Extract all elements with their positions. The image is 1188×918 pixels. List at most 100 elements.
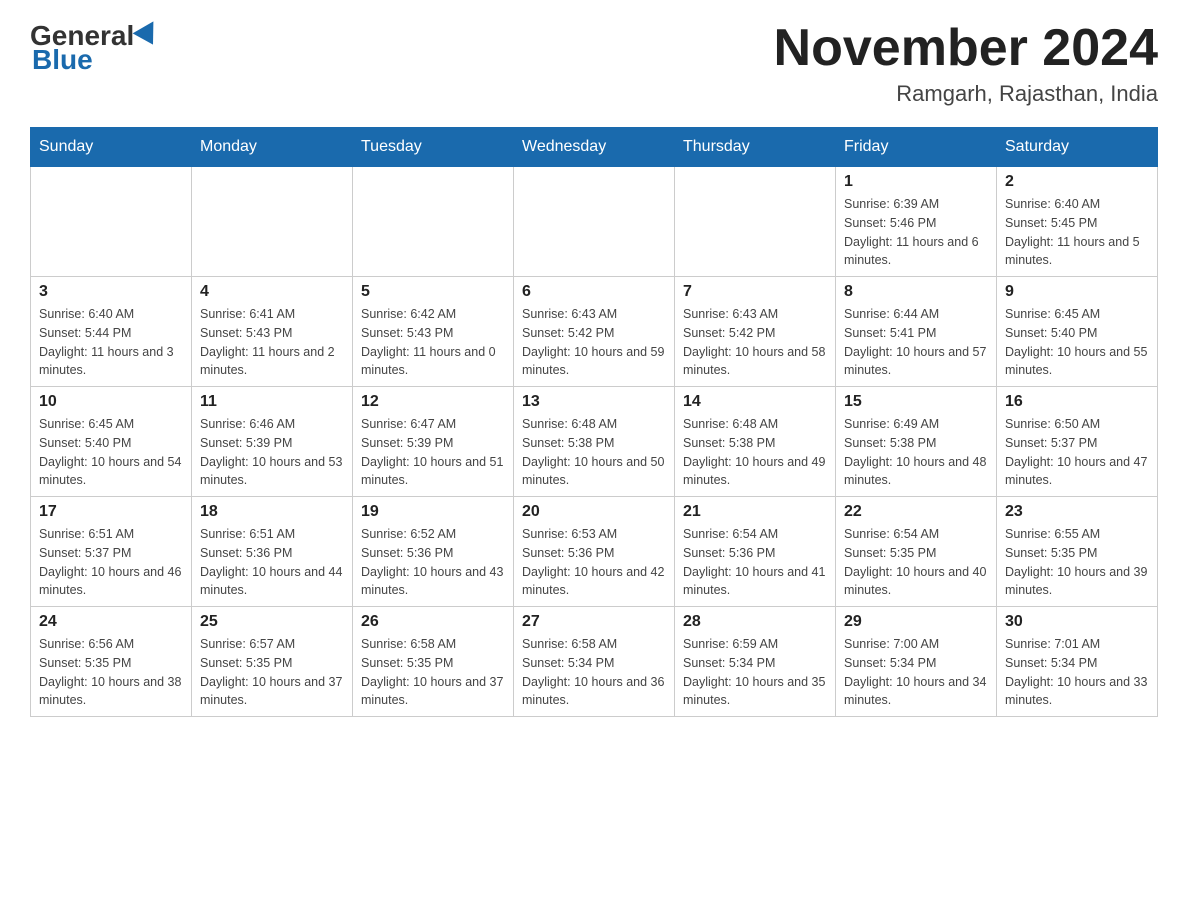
day-info: Sunrise: 6:56 AM Sunset: 5:35 PM Dayligh…	[39, 635, 183, 710]
calendar-table: SundayMondayTuesdayWednesdayThursdayFrid…	[30, 127, 1158, 717]
logo-blue-text: Blue	[32, 44, 93, 76]
calendar-cell: 22Sunrise: 6:54 AM Sunset: 5:35 PM Dayli…	[836, 497, 997, 607]
calendar-header-row: SundayMondayTuesdayWednesdayThursdayFrid…	[31, 128, 1158, 167]
day-number: 23	[1005, 503, 1149, 521]
day-info: Sunrise: 6:51 AM Sunset: 5:37 PM Dayligh…	[39, 525, 183, 600]
day-number: 30	[1005, 613, 1149, 631]
day-info: Sunrise: 6:41 AM Sunset: 5:43 PM Dayligh…	[200, 305, 344, 380]
calendar-cell: 12Sunrise: 6:47 AM Sunset: 5:39 PM Dayli…	[353, 387, 514, 497]
day-number: 12	[361, 393, 505, 411]
day-number: 29	[844, 613, 988, 631]
calendar-cell	[31, 167, 192, 277]
day-number: 5	[361, 283, 505, 301]
calendar-cell	[192, 167, 353, 277]
calendar-cell: 15 Sunrise: 6:49 AM Sunset: 5:38 PM Dayli…	[836, 387, 997, 497]
week-row: 3Sunrise: 6:40 AM Sunset: 5:44 PM Daylig…	[31, 277, 1158, 387]
day-number: 24	[39, 613, 183, 631]
day-info: Sunrise: 6:57 AM Sunset: 5:35 PM Dayligh…	[200, 635, 344, 710]
day-of-week-header: Saturday	[997, 128, 1158, 167]
day-number: 20	[522, 503, 666, 521]
day-info: Sunrise: 6:58 AM Sunset: 5:34 PM Dayligh…	[522, 635, 666, 710]
day-info: Sunrise: 6:55 AM Sunset: 5:35 PM Dayligh…	[1005, 525, 1149, 600]
day-info: Sunrise: 6:49 AM Sunset: 5:38 PM Dayligh…	[844, 415, 988, 490]
day-number: 11	[200, 393, 344, 411]
day-info: Sunrise: 6:40 AM Sunset: 5:45 PM Dayligh…	[1005, 195, 1149, 270]
calendar-cell: 10Sunrise: 6:45 AM Sunset: 5:40 PM Dayli…	[31, 387, 192, 497]
calendar-cell: 11Sunrise: 6:46 AM Sunset: 5:39 PM Dayli…	[192, 387, 353, 497]
day-info: Sunrise: 7:01 AM Sunset: 5:34 PM Dayligh…	[1005, 635, 1149, 710]
day-number: 16	[1005, 393, 1149, 411]
day-info: Sunrise: 6:51 AM Sunset: 5:36 PM Dayligh…	[200, 525, 344, 600]
calendar-cell: 6 Sunrise: 6:43 AM Sunset: 5:42 PM Daylig…	[514, 277, 675, 387]
calendar-cell: 2 Sunrise: 6:40 AM Sunset: 5:45 PM Daylig…	[997, 167, 1158, 277]
day-number: 15	[844, 393, 988, 411]
calendar-cell: 4 Sunrise: 6:41 AM Sunset: 5:43 PM Daylig…	[192, 277, 353, 387]
day-number: 28	[683, 613, 827, 631]
day-number: 2	[1005, 173, 1149, 191]
day-number: 26	[361, 613, 505, 631]
day-info: Sunrise: 6:54 AM Sunset: 5:36 PM Dayligh…	[683, 525, 827, 600]
day-info: Sunrise: 6:48 AM Sunset: 5:38 PM Dayligh…	[522, 415, 666, 490]
day-of-week-header: Tuesday	[353, 128, 514, 167]
calendar-cell: 1 Sunrise: 6:39 AM Sunset: 5:46 PM Daylig…	[836, 167, 997, 277]
calendar-cell: 3Sunrise: 6:40 AM Sunset: 5:44 PM Daylig…	[31, 277, 192, 387]
calendar-cell: 9 Sunrise: 6:45 AM Sunset: 5:40 PM Daylig…	[997, 277, 1158, 387]
day-number: 14	[683, 393, 827, 411]
week-row: 10Sunrise: 6:45 AM Sunset: 5:40 PM Dayli…	[31, 387, 1158, 497]
day-number: 9	[1005, 283, 1149, 301]
day-info: Sunrise: 6:58 AM Sunset: 5:35 PM Dayligh…	[361, 635, 505, 710]
day-info: Sunrise: 7:00 AM Sunset: 5:34 PM Dayligh…	[844, 635, 988, 710]
day-info: Sunrise: 6:39 AM Sunset: 5:46 PM Dayligh…	[844, 195, 988, 270]
day-number: 1	[844, 173, 988, 191]
day-info: Sunrise: 6:50 AM Sunset: 5:37 PM Dayligh…	[1005, 415, 1149, 490]
day-number: 8	[844, 283, 988, 301]
day-number: 7	[683, 283, 827, 301]
calendar-cell: 21 Sunrise: 6:54 AM Sunset: 5:36 PM Dayli…	[675, 497, 836, 607]
calendar-cell: 16 Sunrise: 6:50 AM Sunset: 5:37 PM Dayli…	[997, 387, 1158, 497]
title-area: November 2024 Ramgarh, Rajasthan, India	[774, 20, 1158, 107]
week-row: 17 Sunrise: 6:51 AM Sunset: 5:37 PM Dayli…	[31, 497, 1158, 607]
day-number: 13	[522, 393, 666, 411]
day-info: Sunrise: 6:43 AM Sunset: 5:42 PM Dayligh…	[522, 305, 666, 380]
calendar-cell: 24 Sunrise: 6:56 AM Sunset: 5:35 PM Dayli…	[31, 607, 192, 717]
day-info: Sunrise: 6:52 AM Sunset: 5:36 PM Dayligh…	[361, 525, 505, 600]
calendar-cell	[514, 167, 675, 277]
day-info: Sunrise: 6:40 AM Sunset: 5:44 PM Dayligh…	[39, 305, 183, 380]
day-info: Sunrise: 6:48 AM Sunset: 5:38 PM Dayligh…	[683, 415, 827, 490]
day-of-week-header: Monday	[192, 128, 353, 167]
day-info: Sunrise: 6:45 AM Sunset: 5:40 PM Dayligh…	[39, 415, 183, 490]
day-number: 6	[522, 283, 666, 301]
location-subtitle: Ramgarh, Rajasthan, India	[774, 81, 1158, 107]
day-of-week-header: Sunday	[31, 128, 192, 167]
calendar-cell: 14 Sunrise: 6:48 AM Sunset: 5:38 PM Dayli…	[675, 387, 836, 497]
day-info: Sunrise: 6:59 AM Sunset: 5:34 PM Dayligh…	[683, 635, 827, 710]
calendar-cell: 26 Sunrise: 6:58 AM Sunset: 5:35 PM Dayli…	[353, 607, 514, 717]
day-number: 21	[683, 503, 827, 521]
logo-area: General Blue	[30, 20, 162, 76]
day-number: 17	[39, 503, 183, 521]
day-info: Sunrise: 6:45 AM Sunset: 5:40 PM Dayligh…	[1005, 305, 1149, 380]
day-number: 4	[200, 283, 344, 301]
calendar-cell: 23 Sunrise: 6:55 AM Sunset: 5:35 PM Dayli…	[997, 497, 1158, 607]
calendar-cell: 13 Sunrise: 6:48 AM Sunset: 5:38 PM Dayli…	[514, 387, 675, 497]
day-info: Sunrise: 6:54 AM Sunset: 5:35 PM Dayligh…	[844, 525, 988, 600]
day-info: Sunrise: 6:43 AM Sunset: 5:42 PM Dayligh…	[683, 305, 827, 380]
page-header: General Blue November 2024 Ramgarh, Raja…	[30, 20, 1158, 107]
day-info: Sunrise: 6:53 AM Sunset: 5:36 PM Dayligh…	[522, 525, 666, 600]
calendar-cell: 7 Sunrise: 6:43 AM Sunset: 5:42 PM Daylig…	[675, 277, 836, 387]
calendar-cell: 20 Sunrise: 6:53 AM Sunset: 5:36 PM Dayli…	[514, 497, 675, 607]
calendar-cell: 27Sunrise: 6:58 AM Sunset: 5:34 PM Dayli…	[514, 607, 675, 717]
calendar-cell: 17 Sunrise: 6:51 AM Sunset: 5:37 PM Dayli…	[31, 497, 192, 607]
calendar-cell: 18Sunrise: 6:51 AM Sunset: 5:36 PM Dayli…	[192, 497, 353, 607]
day-number: 19	[361, 503, 505, 521]
day-of-week-header: Friday	[836, 128, 997, 167]
week-row: 24 Sunrise: 6:56 AM Sunset: 5:35 PM Dayli…	[31, 607, 1158, 717]
calendar-cell	[353, 167, 514, 277]
logo-triangle-icon	[133, 21, 164, 50]
day-info: Sunrise: 6:44 AM Sunset: 5:41 PM Dayligh…	[844, 305, 988, 380]
week-row: 1 Sunrise: 6:39 AM Sunset: 5:46 PM Daylig…	[31, 167, 1158, 277]
day-of-week-header: Wednesday	[514, 128, 675, 167]
month-title: November 2024	[774, 20, 1158, 77]
calendar-cell: 29 Sunrise: 7:00 AM Sunset: 5:34 PM Dayli…	[836, 607, 997, 717]
day-number: 25	[200, 613, 344, 631]
